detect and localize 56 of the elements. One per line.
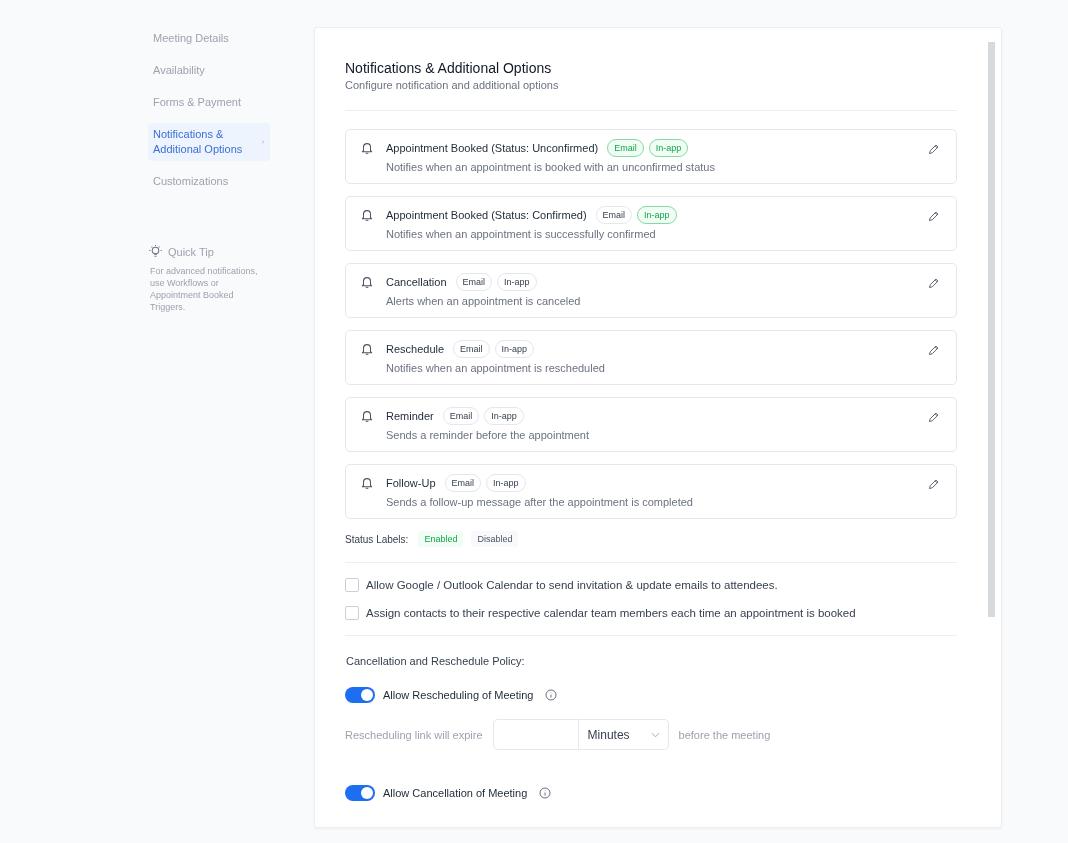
info-icon[interactable] (545, 689, 558, 701)
tip-title: Quick Tip (168, 245, 214, 258)
toggle-label: Allow Cancellation of Meeting (383, 787, 528, 799)
notification-description: Sends a follow-up message after the appointment is completed (386, 496, 694, 508)
notification-description: Notifies when an appointment is rescheduled (386, 362, 606, 374)
notification-title: Appointment Booked (Status: Confirmed) (386, 209, 587, 221)
bell-icon (360, 141, 374, 155)
notification-description: Notifies when an appointment is booked with an unconfirmed status (386, 161, 716, 173)
checkbox-label: Assign contacts to their respective calendar team members each time an appointment is booked (366, 607, 856, 619)
channel-tag: Email (607, 139, 644, 157)
panel-subtitle: Configure notification and additional options (345, 79, 560, 91)
bell-icon (360, 208, 374, 222)
expiry-suffix: before the meeting (678, 728, 771, 741)
channel-tag: In-app (648, 139, 689, 157)
bell-icon (360, 275, 374, 289)
sidebar-item[interactable]: Notifications & Additional Options (148, 123, 270, 161)
edit-icon[interactable] (927, 478, 940, 491)
bell-icon (360, 476, 374, 490)
caret-icon (650, 731, 660, 738)
edit-icon[interactable] (927, 277, 940, 290)
notification-title: Appointment Booked (Status: Unconfirmed) (386, 142, 599, 154)
sidebar-item[interactable]: Availability (148, 59, 270, 82)
sidebar-item[interactable]: Forms & Payment (148, 91, 270, 114)
notification-title: Reschedule (386, 343, 445, 355)
edit-icon[interactable] (927, 143, 940, 156)
notification-title: Cancellation (386, 276, 447, 288)
edit-icon[interactable] (927, 344, 940, 357)
status-tag: Enabled (418, 531, 464, 547)
policy-title: Cancellation and Reschedule Policy: (346, 655, 526, 667)
status-tag: Disabled (471, 531, 519, 547)
tip-text: For advanced notifications, use Workflows or Appointment Booked Triggers. (150, 265, 259, 313)
number-input[interactable] (492, 719, 579, 750)
unit-dropdown[interactable]: Minutes (578, 719, 669, 750)
edit-icon[interactable] (927, 210, 940, 223)
info-icon[interactable] (539, 787, 552, 799)
bell-icon (360, 409, 374, 423)
toggle-label: Allow Rescheduling of Meeting (383, 689, 534, 701)
status-labels-label: Status Labels: (345, 533, 409, 545)
checkbox[interactable] (345, 606, 359, 620)
notification-description: Sends a reminder before the appointment (386, 429, 591, 441)
sidebar-item[interactable]: Meeting Details (148, 27, 270, 50)
notification-description: Alerts when an appointment is canceled (386, 295, 582, 307)
notification-title: Follow-Up (386, 477, 436, 489)
toggle-switch[interactable] (345, 687, 375, 703)
edit-icon[interactable] (927, 411, 940, 424)
lightbulb-icon (148, 244, 163, 259)
panel-title: Notifications & Additional Options (345, 60, 553, 76)
sidebar-item[interactable]: Customizations (148, 170, 270, 193)
checkbox[interactable] (345, 578, 359, 592)
bell-icon (360, 342, 374, 356)
notification-description: Notifies when an appointment is successfully confirmed (386, 228, 657, 240)
toggle-switch[interactable] (345, 785, 375, 801)
notification-title: Reminder (386, 410, 434, 422)
checkbox-label: Allow Google / Outlook Calendar to send invitation & update emails to attendees. (366, 579, 778, 591)
channel-tag: In-app (637, 206, 677, 224)
expiry-prefix: Rescheduling link will expire (345, 728, 483, 741)
